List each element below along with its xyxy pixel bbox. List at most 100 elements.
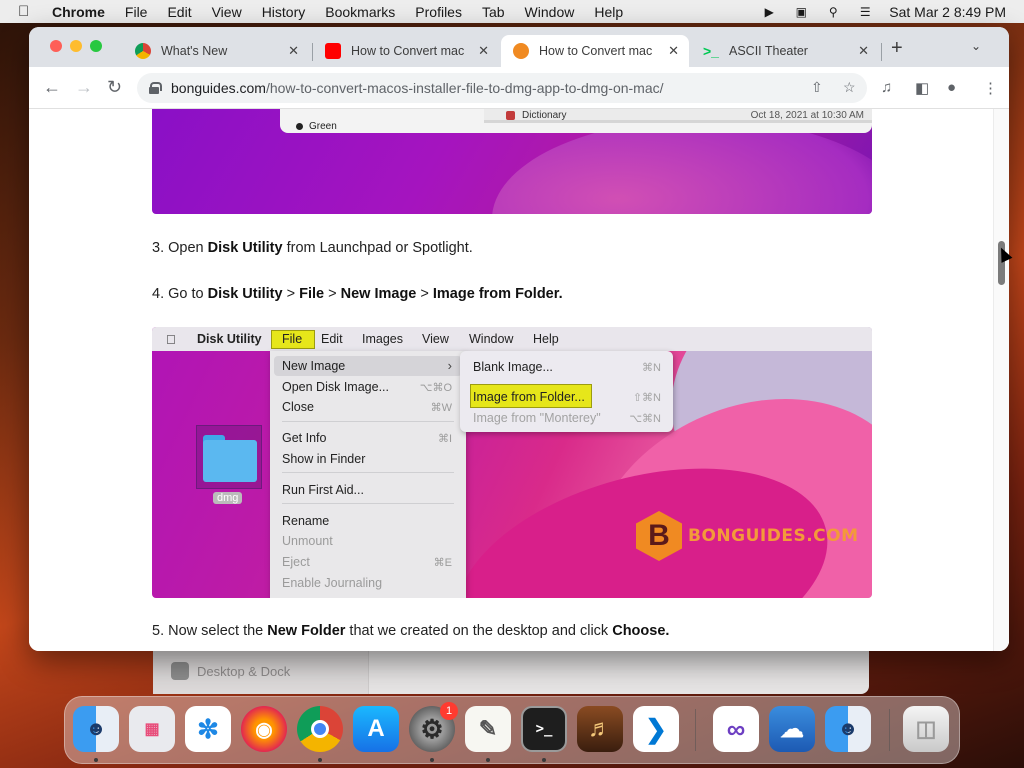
wallpaper-wave	[492, 119, 872, 214]
weather-icon[interactable]: ☁	[769, 706, 815, 752]
shortcut: ⇧⌘N	[632, 392, 661, 404]
menu-image-from-volume: Image from "Monterey"	[473, 411, 601, 425]
du-menu-file: File	[282, 332, 303, 346]
menu-file[interactable]: File	[125, 4, 148, 20]
menu-show-in-finder: Show in Finder	[282, 452, 366, 466]
menu-image-from-folder: Image from Folder...	[473, 390, 585, 404]
vscode-icon[interactable]: ❯	[633, 706, 679, 752]
safari-icon[interactable]: ✼	[185, 706, 231, 752]
back-button[interactable]: ←	[43, 77, 61, 98]
finder-icon[interactable]: ☻	[73, 706, 119, 752]
page-scrollbar[interactable]	[993, 109, 1009, 651]
dock: ☻ ▦ ✼ ◉ A ⚙ ✎ >_ ♬ ❯ ∞ ☁ ☻ ◫	[64, 696, 960, 764]
close-tab-icon[interactable]: ✕	[288, 43, 299, 59]
screen-mirroring-icon[interactable]: ▣	[793, 5, 809, 19]
step-3-bold: Disk Utility	[207, 240, 283, 256]
chrome-window: What's New ✕ How to Convert mac ✕ How to…	[29, 27, 1009, 651]
shortcut: ⌥⌘O	[419, 382, 452, 394]
tab-youtube[interactable]: How to Convert mac ✕	[313, 35, 499, 67]
minimize-window-button[interactable]	[70, 40, 82, 52]
reload-button[interactable]: ↻	[107, 77, 122, 98]
app-store-icon[interactable]: A	[353, 706, 399, 752]
forward-button[interactable]: →	[75, 77, 93, 98]
menu-help[interactable]: Help	[594, 4, 623, 20]
file-menu-dropdown: New Image › Open Disk Image... ⌥⌘O Close…	[270, 351, 466, 598]
tab-title: ASCII Theater	[729, 44, 808, 58]
bonguides-favicon-icon	[513, 43, 529, 59]
tab-separator	[881, 43, 882, 61]
tab-title: How to Convert mac	[539, 44, 653, 58]
menu-separator	[282, 421, 454, 422]
step-4-text: 4. Go to Disk Utility > File > New Image…	[152, 286, 563, 302]
dictionary-date: Oct 18, 2021 at 10:30 AM	[750, 110, 864, 121]
address-bar[interactable]: bonguides.com/how-to-convert-macos-insta…	[137, 73, 867, 103]
background-window-row[interactable]: Desktop & Dock	[171, 662, 290, 680]
media-controls-icon[interactable]: ♫	[881, 79, 892, 96]
search-icon[interactable]: ⚲	[825, 5, 841, 19]
new-image-submenu: Blank Image... ⌘N Image from Folder... ⇧…	[460, 351, 673, 432]
step-4-bold-1: Disk Utility	[207, 286, 283, 302]
menu-bookmarks[interactable]: Bookmarks	[325, 4, 395, 20]
firefox-icon[interactable]: ◉	[241, 706, 287, 752]
launchpad-icon[interactable]: ▦	[129, 706, 175, 752]
lock-icon[interactable]	[149, 82, 162, 94]
textedit-icon[interactable]: ✎	[465, 706, 511, 752]
finder-window-icon[interactable]: ☻	[825, 706, 871, 752]
tab-search-chevron-icon[interactable]: ⌄	[971, 39, 981, 53]
bonguides-logo-icon: B	[636, 511, 682, 561]
dictionary-row: Dictionary Oct 18, 2021 at 10:30 AM	[484, 109, 872, 123]
chrome-icon[interactable]	[297, 706, 343, 752]
profile-avatar-icon[interactable]: ●	[947, 79, 956, 96]
menu-enable-journaling: Enable Journaling	[282, 576, 383, 590]
tab-ascii-theater[interactable]: >_ ASCII Theater ✕	[691, 35, 879, 67]
close-window-button[interactable]	[50, 40, 62, 52]
menu-window[interactable]: Window	[525, 4, 575, 20]
new-tab-button[interactable]: +	[891, 37, 903, 60]
tab-whats-new[interactable]: What's New ✕	[123, 35, 309, 67]
menu-profiles[interactable]: Profiles	[415, 4, 462, 20]
close-tab-icon[interactable]: ✕	[478, 43, 489, 59]
close-tab-icon[interactable]: ✕	[858, 43, 869, 59]
menu-app-name[interactable]: Chrome	[52, 4, 105, 20]
menu-open-disk-image: Open Disk Image...	[282, 380, 389, 394]
menu-separator	[282, 472, 454, 473]
more-menu-icon[interactable]: ⋮	[983, 79, 998, 97]
trash-icon[interactable]: ◫	[903, 706, 949, 752]
folder-label: dmg	[213, 492, 243, 504]
close-tab-icon[interactable]: ✕	[668, 43, 679, 59]
menu-view[interactable]: View	[212, 4, 242, 20]
tag-dot-icon	[296, 123, 303, 130]
shortcut: ⌘I	[437, 433, 452, 445]
step-4-sep: >	[416, 286, 433, 302]
youtube-favicon-icon	[325, 43, 341, 59]
step-3-pre: 3. Open	[152, 240, 208, 256]
menu-eject: Eject	[282, 555, 310, 569]
menu-tab[interactable]: Tab	[482, 4, 505, 20]
menu-edit[interactable]: Edit	[167, 4, 191, 20]
terminal-favicon-icon: >_	[703, 43, 719, 59]
du-menu-window: Window	[469, 332, 514, 346]
background-settings-window: Desktop & Dock	[153, 650, 869, 694]
bookmark-star-icon[interactable]: ☆	[843, 79, 856, 96]
zoom-window-button[interactable]	[90, 40, 102, 52]
control-center-icon[interactable]: ☰	[857, 5, 873, 19]
tag-label: Green	[309, 121, 337, 132]
apple-menu-icon[interactable]: 	[18, 3, 36, 20]
share-icon[interactable]: ⇧	[811, 79, 823, 96]
tab-bonguides-active[interactable]: How to Convert mac ✕	[501, 35, 689, 67]
guitar-icon[interactable]: ♬	[577, 706, 623, 752]
terminal-icon[interactable]: >_	[521, 706, 567, 752]
play-icon[interactable]: ▶	[761, 5, 777, 19]
visual-studio-icon[interactable]: ∞	[713, 706, 759, 752]
shortcut: ⌥⌘N	[629, 413, 661, 425]
menu-blank-image: Blank Image...	[473, 360, 553, 374]
side-panel-icon[interactable]: ◧	[915, 79, 929, 97]
folder-body	[203, 440, 257, 482]
running-indicator	[94, 758, 98, 762]
step-5-text: 5. Now select the New Folder that we cre…	[152, 623, 669, 639]
step-4-bold-4: Image from Folder.	[432, 286, 563, 302]
chrome-favicon-icon	[135, 43, 151, 59]
menu-unmount: Unmount	[282, 534, 333, 548]
menu-history[interactable]: History	[262, 4, 306, 20]
menubar-clock[interactable]: Sat Mar 2 8:49 PM	[889, 4, 1006, 20]
